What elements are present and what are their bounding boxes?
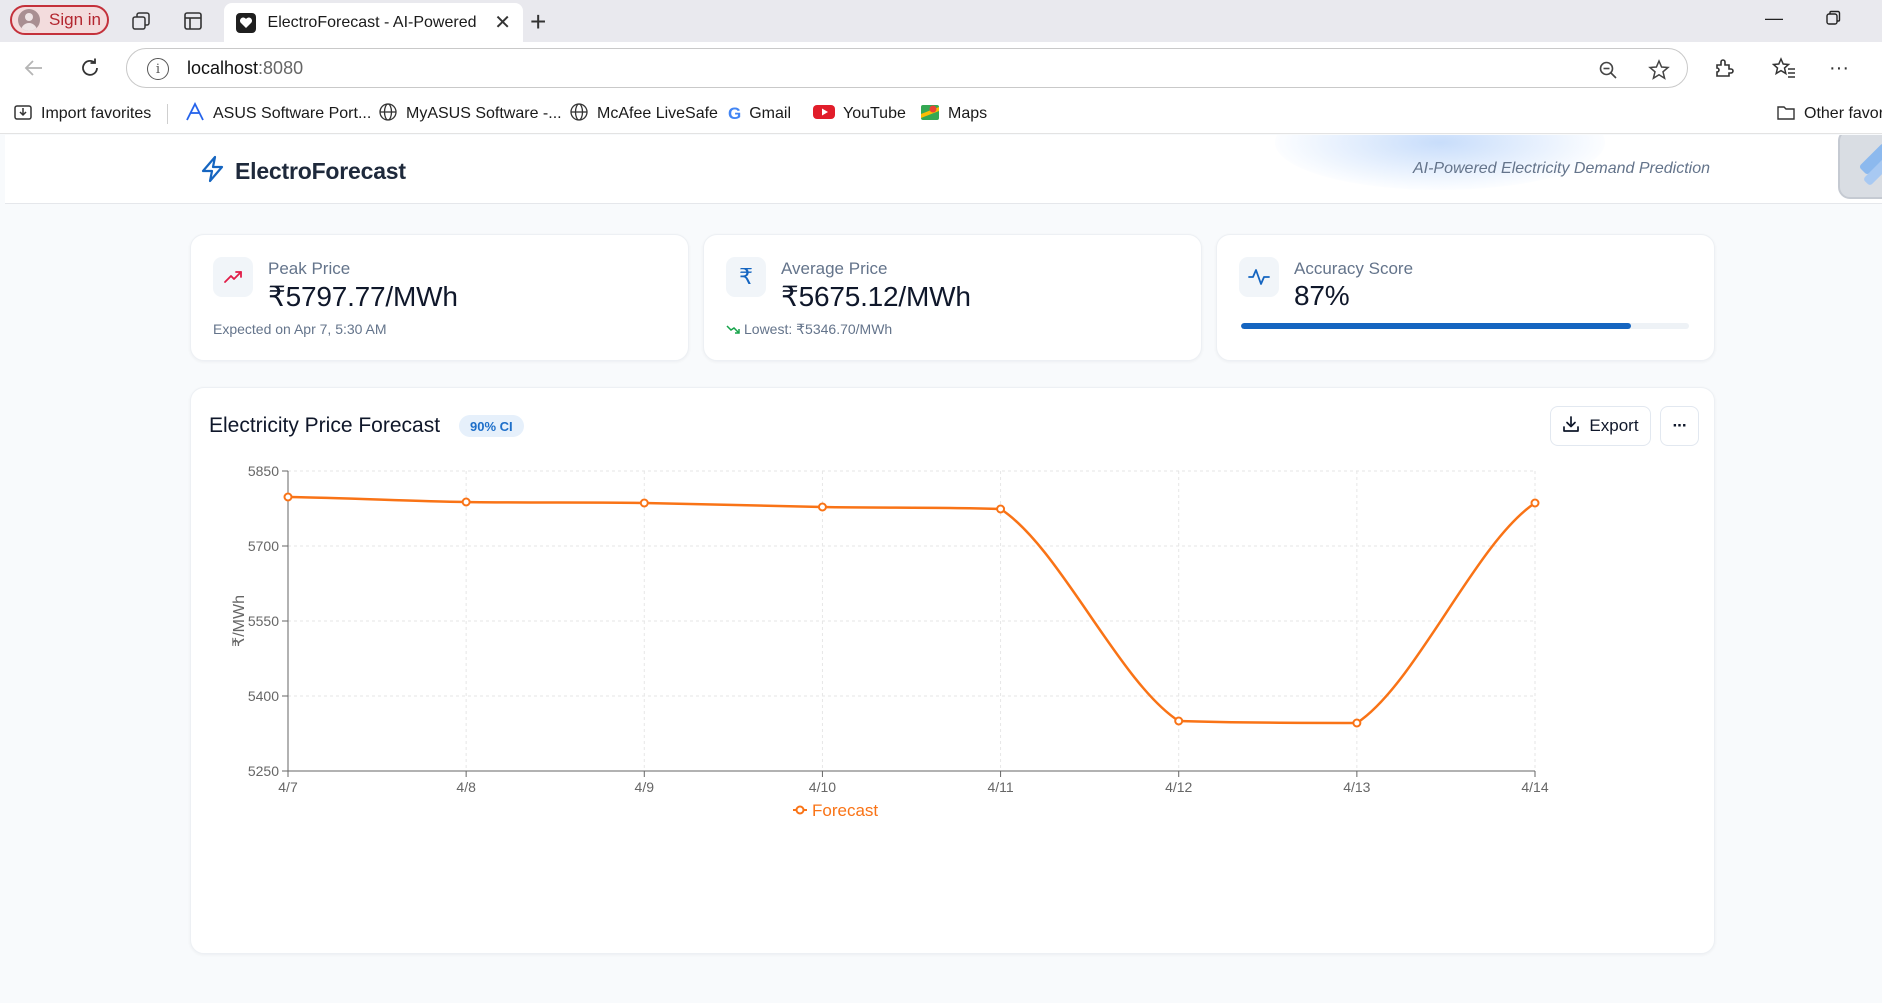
accuracy-score-label: Accuracy Score (1294, 259, 1414, 278)
activity-pulse-icon (1239, 257, 1279, 297)
site-info-icon[interactable]: i (147, 58, 169, 80)
rupee-icon: ₹ (726, 257, 766, 297)
average-price-value: ₹5675.12/MWh (781, 281, 971, 312)
folder-icon (1776, 103, 1796, 126)
average-price-label: Average Price (781, 259, 888, 278)
peak-price-label: Peak Price (268, 259, 351, 278)
bookmark-maps[interactable]: Maps (920, 102, 987, 126)
bookmark-myasus-software[interactable]: MyASUS Software -... (378, 102, 562, 126)
average-price-card: ₹ Average Price ₹5675.12/MWh Lowest: ₹53… (703, 234, 1202, 361)
x-tick-label: 4/11 (987, 779, 1013, 795)
browser-tab-bar: Sign in ElectroForecast - AI-Powered Ele… (0, 0, 1882, 42)
restore-icon[interactable] (1825, 10, 1841, 31)
favorites-icon[interactable] (1770, 54, 1798, 82)
x-tick-label: 4/12 (1165, 779, 1192, 795)
bookmarks-bar: Import favorites ASUS Software Port... M… (0, 94, 1882, 134)
address-bar[interactable]: i localhost:8080 (126, 48, 1688, 88)
profile-avatar-icon (18, 9, 40, 31)
trending-down-icon (726, 322, 740, 338)
sign-in-label: Sign in (49, 10, 101, 29)
x-tick-label: 4/13 (1343, 779, 1370, 795)
collections-icon[interactable] (129, 9, 153, 33)
app-header: ElectroForecast AI-Powered Electricity D… (5, 135, 1882, 204)
y-tick-label: 5400 (248, 688, 279, 704)
forecast-data-point (1174, 716, 1184, 726)
import-icon (13, 103, 33, 126)
zoom-out-icon[interactable] (1596, 58, 1620, 82)
globe-icon (569, 102, 589, 127)
y-tick-label: 5250 (248, 763, 279, 779)
peak-price-card: Peak Price ₹5797.77/MWh Expected on Apr … (190, 234, 689, 361)
forecast-data-point (283, 492, 293, 502)
tab-title: ElectroForecast - AI-Powered Electricity… (267, 13, 483, 31)
lightning-icon (200, 155, 226, 188)
brand-name: ElectroForecast (235, 158, 406, 184)
forecast-chart-card: Electricity Price Forecast 90% CI Export… (190, 387, 1715, 954)
x-tick-label: 4/8 (456, 779, 476, 795)
x-tick-label: 4/14 (1521, 779, 1548, 795)
sign-in-button[interactable]: Sign in (10, 5, 109, 35)
y-tick-label: 5700 (248, 538, 279, 554)
lowest-price-subtext: Lowest: ₹5346.70/MWh (726, 321, 892, 338)
youtube-icon (813, 104, 835, 125)
peak-price-subtext: Expected on Apr 7, 5:30 AM (213, 321, 387, 337)
accuracy-score-value: 87% (1294, 280, 1350, 311)
y-axis-label: ₹/MWh (231, 595, 248, 647)
close-tab-icon[interactable]: ✕ (494, 10, 511, 35)
bookmark-separator (167, 104, 168, 124)
accuracy-progress-bar (1241, 323, 1689, 329)
x-tick-label: 4/9 (635, 779, 655, 795)
bookmark-youtube[interactable]: YouTube (813, 102, 906, 126)
google-icon: G (728, 104, 742, 123)
accuracy-score-card: Accuracy Score 87% (1216, 234, 1715, 361)
floating-widget-icon[interactable] (1838, 135, 1882, 199)
chart-legend[interactable]: Forecast (793, 801, 878, 820)
favorite-star-icon[interactable] (1647, 58, 1671, 82)
tagline: AI-Powered Electricity Demand Prediction (1412, 160, 1710, 177)
x-tick-label: 4/10 (809, 779, 836, 795)
bookmark-gmail[interactable]: G Gmail (728, 102, 791, 126)
brand[interactable]: ElectroForecast (200, 155, 406, 188)
heart-favicon-icon (236, 12, 256, 33)
accuracy-progress-fill (1241, 323, 1631, 329)
bookmark-asus-software[interactable]: ASUS Software Port... (185, 101, 371, 127)
y-tick-label: 5550 (248, 613, 279, 629)
trending-up-icon (213, 257, 253, 297)
new-tab-icon[interactable]: + (530, 6, 546, 38)
url-text: localhost:8080 (187, 58, 304, 78)
peak-price-value: ₹5797.77/MWh (268, 281, 458, 312)
extensions-icon[interactable] (1710, 54, 1738, 82)
forecast-data-point (639, 498, 649, 508)
tab-electroforecast[interactable]: ElectroForecast - AI-Powered Electricity… (224, 3, 523, 42)
asus-icon (185, 101, 205, 127)
forecast-data-point (817, 502, 827, 512)
legend-marker-dot (795, 805, 805, 815)
refresh-icon[interactable] (76, 54, 104, 82)
forecast-line-chart: 5250 5400 5550 5700 5850 4/7 4/8 4/9 4/10 4/11 4/1… (231, 463, 1549, 820)
settings-menu-icon[interactable]: ··· (1825, 54, 1853, 82)
page: ElectroForecast AI-Powered Electricity D… (5, 135, 1882, 1003)
forecast-data-point (1530, 498, 1540, 508)
forecast-data-point (996, 504, 1006, 514)
bookmark-import-favorites[interactable]: Import favorites (13, 102, 151, 126)
forecast-data-point (461, 497, 471, 507)
maps-icon (920, 102, 940, 127)
y-tick-label: 5850 (248, 463, 279, 479)
x-tick-label: 4/7 (278, 779, 298, 795)
globe-icon (378, 102, 398, 127)
legend-label-forecast: Forecast (812, 801, 878, 820)
bookmark-mcafee[interactable]: McAfee LiveSafe (569, 102, 718, 126)
bookmark-other-favorites[interactable]: Other favori (1776, 102, 1882, 126)
address-bar-row: i localhost:8080 ··· (0, 42, 1882, 94)
back-icon[interactable] (20, 54, 48, 82)
forecast-series-line (287, 495, 1536, 725)
tab-actions-icon[interactable] (181, 9, 205, 33)
minimize-icon[interactable]: — (1765, 8, 1783, 29)
forecast-data-point (1352, 718, 1362, 728)
